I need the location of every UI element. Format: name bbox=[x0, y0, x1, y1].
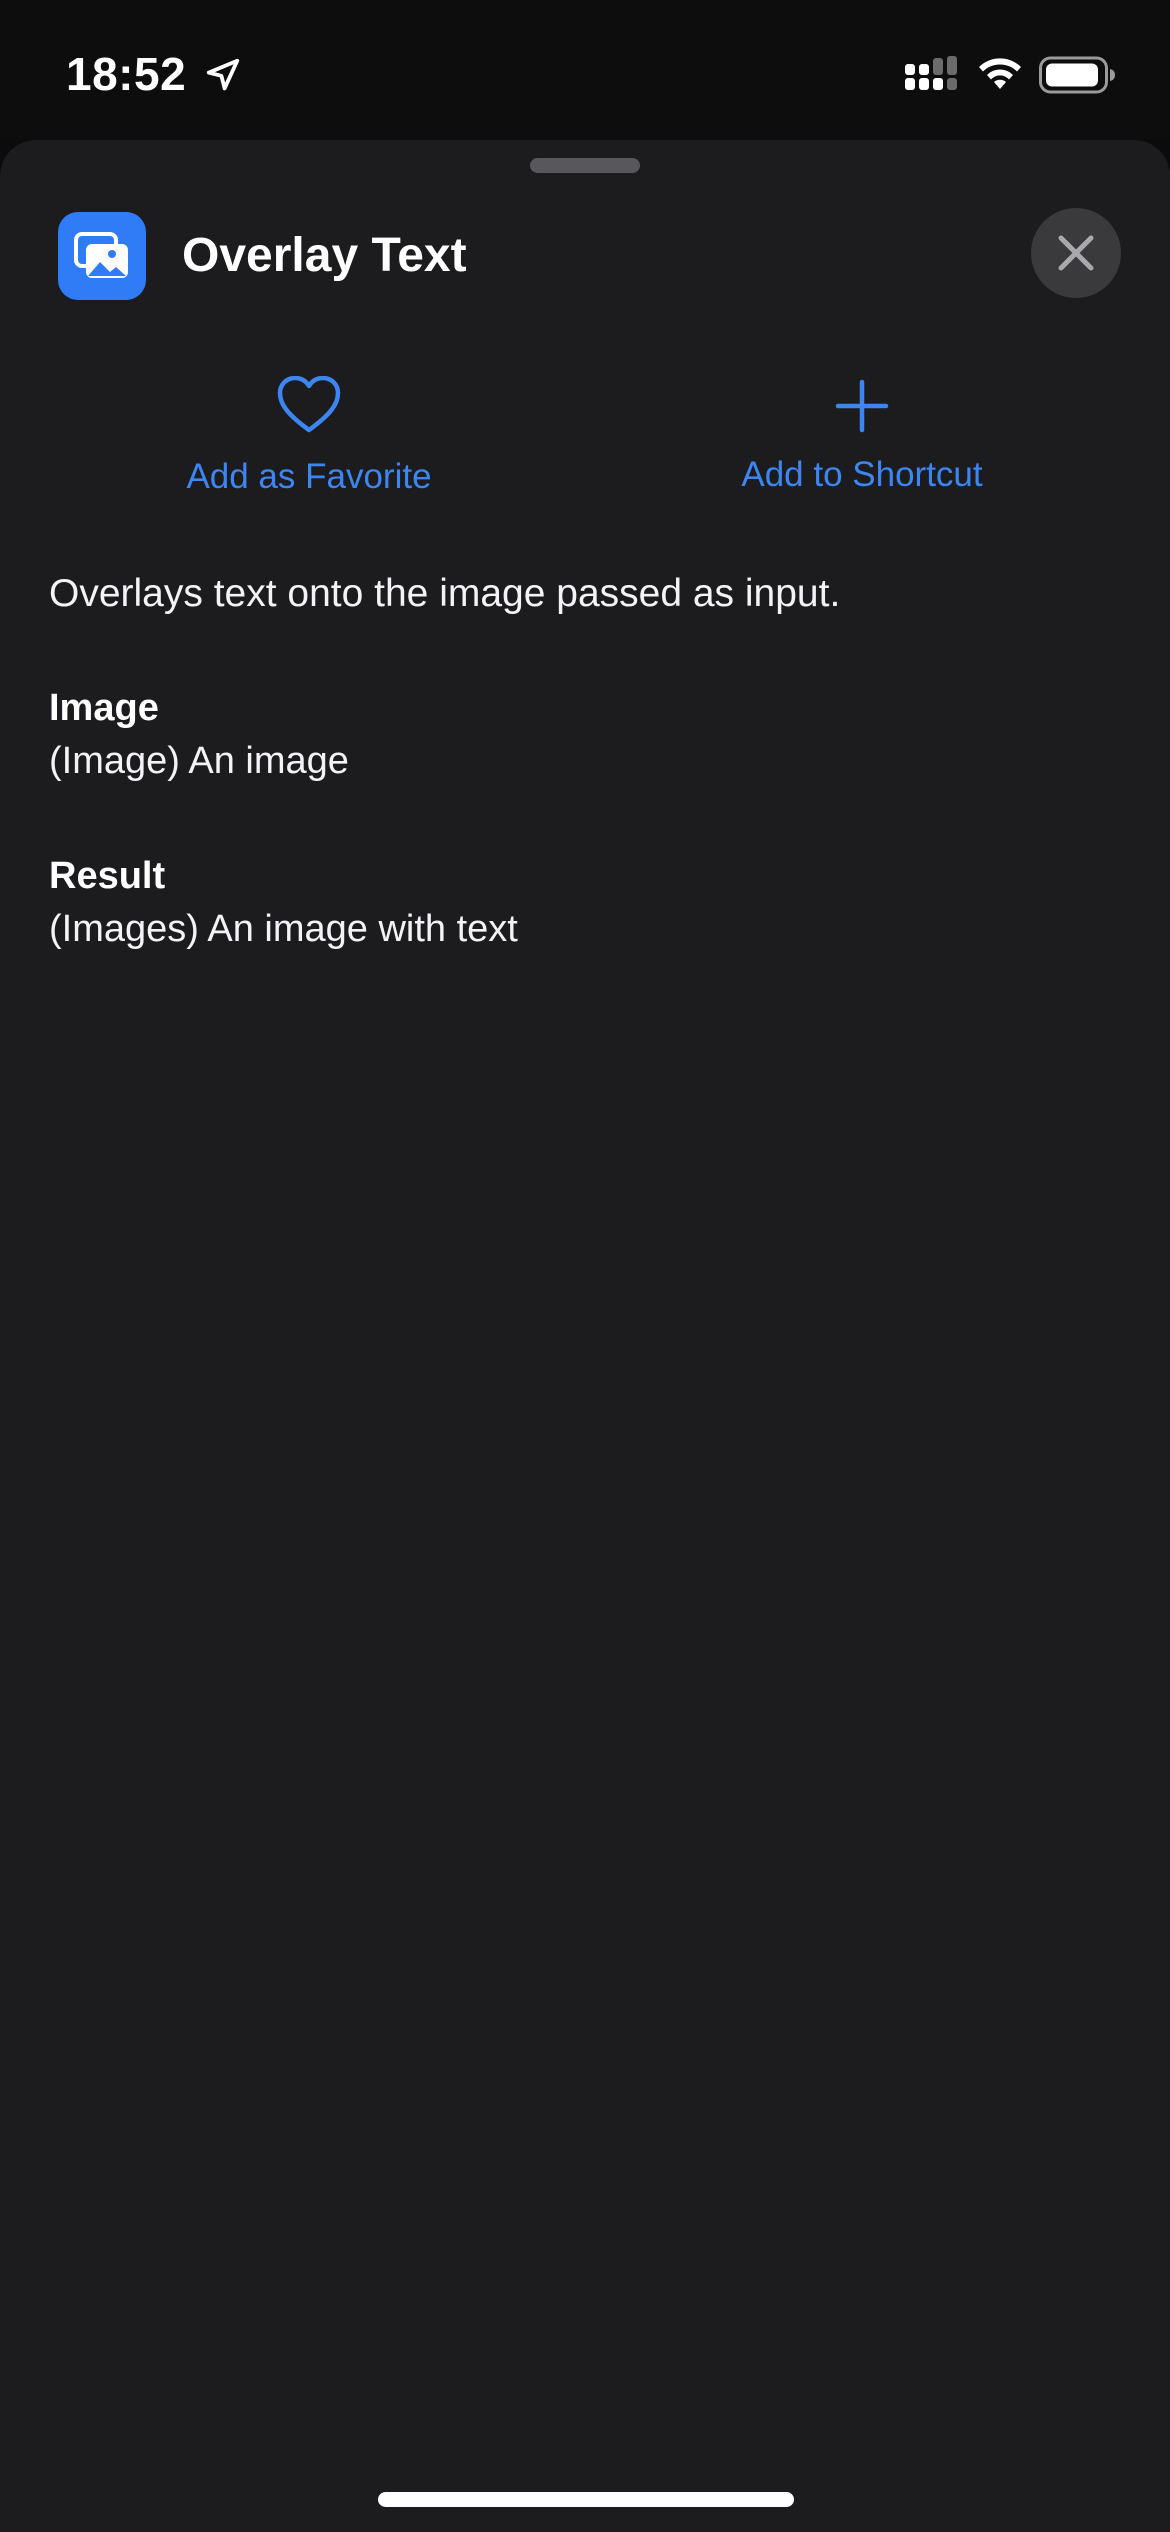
add-as-favorite-button[interactable]: Add as Favorite bbox=[99, 376, 519, 516]
home-indicator[interactable] bbox=[378, 2492, 794, 2507]
battery-icon bbox=[1039, 56, 1115, 94]
status-time: 18:52 bbox=[66, 48, 187, 100]
location-arrow-icon bbox=[206, 58, 240, 91]
status-bar: 18:52 bbox=[0, 0, 1170, 140]
parameter-result: Result (Images) An image with text bbox=[49, 850, 518, 956]
add-to-shortcut-label: Add to Shortcut bbox=[741, 455, 983, 494]
cellular-signal-icon bbox=[905, 56, 957, 90]
close-button[interactable] bbox=[1031, 208, 1121, 298]
action-detail-sheet: Overlay Text Add as Favorite Add to Shor… bbox=[0, 140, 1170, 2532]
plus-icon bbox=[835, 379, 889, 433]
close-icon bbox=[1058, 235, 1094, 271]
heart-icon bbox=[277, 376, 341, 433]
photos-icon bbox=[58, 212, 146, 300]
sheet-grabber[interactable] bbox=[530, 158, 640, 173]
wifi-icon bbox=[979, 58, 1021, 89]
parameter-image: Image (Image) An image bbox=[49, 682, 349, 788]
parameter-description: (Image) An image bbox=[49, 740, 349, 782]
parameter-name: Result bbox=[49, 855, 166, 897]
sheet-title: Overlay Text bbox=[182, 229, 467, 282]
add-as-favorite-label: Add as Favorite bbox=[186, 457, 432, 496]
parameter-description: (Images) An image with text bbox=[49, 908, 518, 950]
action-description: Overlays text onto the image passed as i… bbox=[49, 572, 841, 615]
parameter-name: Image bbox=[49, 687, 159, 729]
add-to-shortcut-button[interactable]: Add to Shortcut bbox=[652, 376, 1072, 516]
